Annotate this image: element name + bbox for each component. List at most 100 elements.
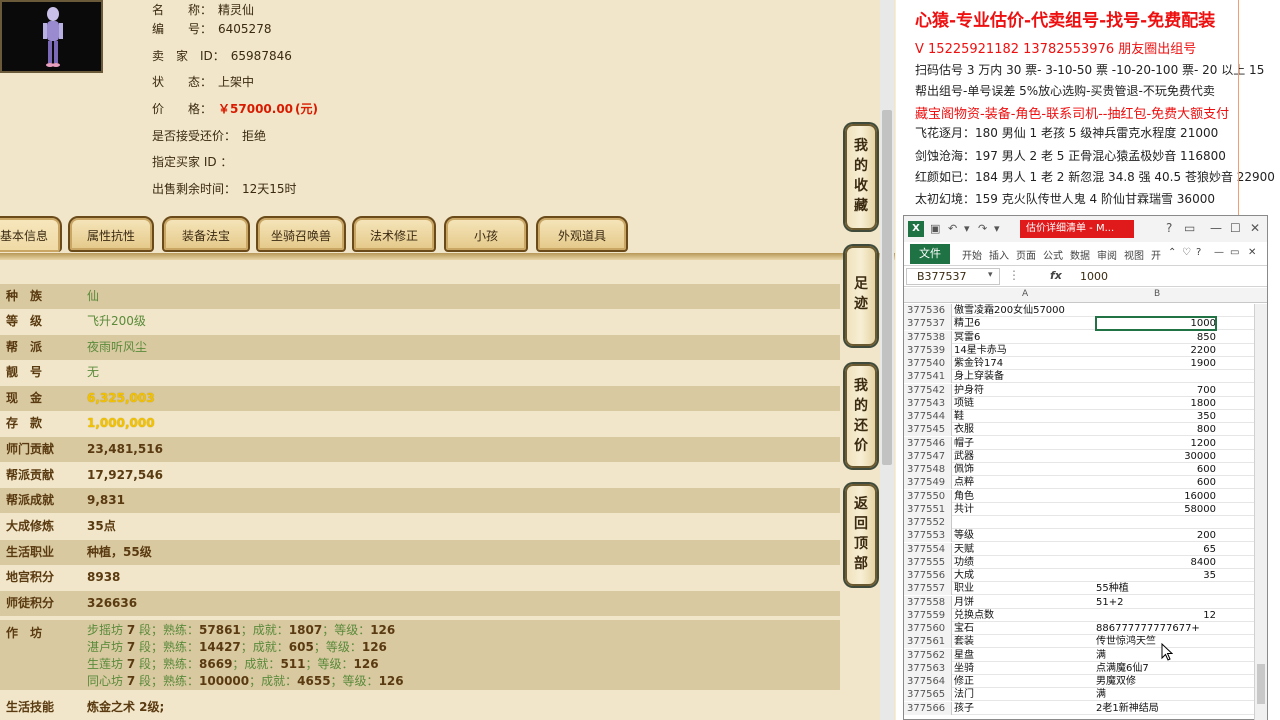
close-icon[interactable]: ✕: [1250, 221, 1260, 235]
scrollbar-thumb[interactable]: [882, 110, 892, 465]
formula-input[interactable]: 1000: [1080, 270, 1108, 283]
cell-a[interactable]: 孩子: [954, 702, 1094, 715]
window-restore-icon[interactable]: ▭: [1230, 247, 1239, 258]
ribbon-tab[interactable]: 插入: [989, 247, 1009, 262]
back-to-top-button[interactable]: 返回顶部: [845, 484, 877, 586]
page-scrollbar[interactable]: [880, 0, 894, 720]
name-box-dropdown-icon[interactable]: ▾: [988, 270, 993, 280]
cell-b[interactable]: 700: [1096, 384, 1216, 397]
row-number[interactable]: 377554: [904, 542, 952, 556]
row-number[interactable]: 377546: [904, 436, 952, 450]
cell-a[interactable]: 武器: [954, 450, 1094, 463]
tab-6[interactable]: 外观道具: [536, 216, 628, 252]
cell-b[interactable]: 满: [1096, 688, 1216, 701]
cell-b[interactable]: 1900: [1096, 357, 1216, 370]
cell-b[interactable]: 51+2: [1096, 596, 1216, 609]
row-number[interactable]: 377558: [904, 595, 952, 609]
undo-icon[interactable]: ↶: [948, 222, 957, 235]
row-number[interactable]: 377565: [904, 688, 952, 702]
column-header-a[interactable]: A: [1022, 289, 1028, 299]
cell-a[interactable]: 天赋: [954, 543, 1094, 556]
cell-a[interactable]: 紫金铃174: [954, 357, 1094, 370]
cell-a[interactable]: 功绩: [954, 556, 1094, 569]
row-number[interactable]: 377538: [904, 330, 952, 344]
cell-b[interactable]: 600: [1096, 476, 1216, 489]
row-number[interactable]: 377559: [904, 608, 952, 622]
row-number[interactable]: 377561: [904, 635, 952, 649]
cell-a[interactable]: 帽子: [954, 437, 1094, 450]
tab-2[interactable]: 装备法宝: [162, 216, 250, 252]
cell-a[interactable]: 佩饰: [954, 463, 1094, 476]
row-number[interactable]: 377540: [904, 357, 952, 370]
cell-a[interactable]: 14星卡赤马: [954, 344, 1094, 357]
row-number[interactable]: 377539: [904, 343, 952, 357]
row-number[interactable]: 377550: [904, 489, 952, 503]
my-favorites-button[interactable]: 我的收藏: [845, 124, 877, 230]
cell-b[interactable]: 350: [1096, 410, 1216, 423]
row-number[interactable]: 377542: [904, 383, 952, 397]
cell-b[interactable]: 12: [1096, 609, 1216, 622]
cell-b[interactable]: 满: [1096, 649, 1216, 662]
help-icon[interactable]: ?: [1166, 221, 1172, 235]
file-tab[interactable]: 文件: [910, 244, 950, 264]
cell-b[interactable]: 800: [1096, 423, 1216, 436]
row-number[interactable]: 377556: [904, 569, 952, 582]
ribbon-tab[interactable]: 公式: [1043, 247, 1063, 262]
cell-a[interactable]: 冥雷6: [954, 331, 1094, 344]
spreadsheet-grid[interactable]: 377536 傲雪凌霜200女仙57000 377537 精卫6 1000 377538 冥…: [904, 304, 1254, 720]
tab-3[interactable]: 坐骑召唤兽: [256, 216, 346, 252]
help-circle-icon[interactable]: ?: [1196, 247, 1201, 258]
row-number[interactable]: 377560: [904, 622, 952, 635]
cell-b[interactable]: 850: [1096, 331, 1216, 344]
undo-dropdown-icon[interactable]: ▾: [964, 222, 970, 235]
cell-b[interactable]: 55种植: [1096, 582, 1216, 595]
row-number[interactable]: 377563: [904, 661, 952, 675]
cell-b[interactable]: 200: [1096, 529, 1216, 542]
window-close-icon[interactable]: ✕: [1248, 247, 1256, 258]
cell-a[interactable]: 共计: [954, 503, 1094, 516]
cell-b[interactable]: 1000: [1095, 316, 1217, 332]
excel-window[interactable]: X ▣ ↶ ▾ ↷ ▾ 估价详细清单 - M... ? ▭ — ☐ ✕ 文件 开…: [903, 215, 1268, 720]
cell-a[interactable]: 护身符: [954, 384, 1094, 397]
cell-b[interactable]: 30000: [1096, 450, 1216, 463]
ribbon-tab[interactable]: 审阅: [1097, 247, 1117, 262]
cell-b[interactable]: 16000: [1096, 490, 1216, 503]
my-counteroffer-button[interactable]: 我的还价: [845, 364, 877, 468]
cell-a[interactable]: 月饼: [954, 596, 1094, 609]
minimize-icon[interactable]: —: [1210, 221, 1222, 235]
cell-a[interactable]: 项链: [954, 397, 1094, 410]
row-number[interactable]: 377543: [904, 396, 952, 410]
window-minimize-icon[interactable]: —: [1214, 247, 1224, 258]
cell-b[interactable]: 886777777777677+: [1096, 622, 1216, 635]
row-number[interactable]: 377549: [904, 476, 952, 490]
cell-a[interactable]: 等级: [954, 529, 1094, 542]
row-number[interactable]: 377564: [904, 675, 952, 688]
row-number[interactable]: 377553: [904, 529, 952, 543]
redo-icon[interactable]: ↷: [978, 222, 987, 235]
ribbon-tab[interactable]: 数据: [1070, 247, 1090, 262]
cell-a[interactable]: 角色: [954, 490, 1094, 503]
ribbon-tab[interactable]: 页面: [1016, 247, 1036, 262]
row-number[interactable]: 377548: [904, 463, 952, 476]
sheet-vertical-scrollbar[interactable]: [1254, 304, 1267, 720]
cell-b[interactable]: 65: [1096, 543, 1216, 556]
row-number[interactable]: 377544: [904, 410, 952, 423]
cell-a[interactable]: 点粹: [954, 476, 1094, 489]
cell-a[interactable]: 坐骑: [954, 662, 1094, 675]
tab-4[interactable]: 法术修正: [352, 216, 436, 252]
cell-b[interactable]: 600: [1096, 463, 1216, 476]
cell-b[interactable]: 58000: [1096, 503, 1216, 516]
cell-b[interactable]: 1800: [1096, 397, 1216, 410]
tab-1[interactable]: 属性抗性: [68, 216, 154, 252]
ribbon-options-icon[interactable]: ▭: [1184, 221, 1195, 235]
row-number[interactable]: 377545: [904, 423, 952, 437]
heart-icon[interactable]: ♡: [1182, 247, 1191, 258]
fx-icon[interactable]: fx: [1050, 269, 1062, 282]
maximize-icon[interactable]: ☐: [1230, 221, 1241, 235]
quick-access-dropdown-icon[interactable]: ▾: [994, 222, 1000, 235]
row-number[interactable]: 377547: [904, 449, 952, 463]
row-number[interactable]: 377551: [904, 502, 952, 516]
row-number[interactable]: 377552: [904, 516, 952, 529]
row-number[interactable]: 377536: [904, 304, 952, 317]
row-number[interactable]: 377566: [904, 701, 952, 715]
